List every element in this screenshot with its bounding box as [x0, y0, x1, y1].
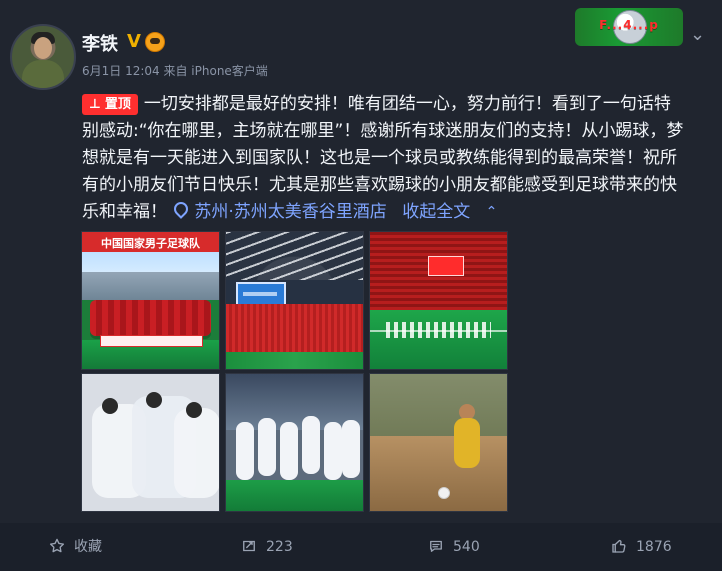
pinned-badge: ⊥ 置顶 — [82, 93, 138, 115]
post-line-4: 有的小朋友们节日快乐！尤其是那些喜欢踢球的小朋友都能感受到足球带来的快 — [82, 175, 677, 195]
promo-banner-text: F...4...p — [599, 18, 659, 32]
post-line-3: 想就是有一天能进入到国家队！这也是一个球员或教练能得到的最高荣誉！祝所 — [82, 148, 677, 168]
post-image-3[interactable] — [369, 231, 508, 370]
image-6-ball — [438, 487, 450, 499]
avatar-face — [34, 37, 52, 59]
image-1-header-bar: 中国国家男子足球队 — [82, 232, 219, 252]
post-line-1: 一切安排都是最好的安排！唯有团结一心，努力前行！看到了一句话特 — [143, 94, 671, 114]
image-6-trees — [370, 374, 507, 436]
chevron-up-icon[interactable]: ⌃ — [486, 199, 498, 226]
post-line-2: 别感动:“你在哪里，主场就在哪里”！感谢所有球迷朋友们的支持！从小踢球，梦 — [82, 121, 684, 141]
avatar-body — [22, 60, 64, 88]
weibo-post-card: 李铁 V 6月1日 12:04 来自 iPhone客户端 F...4...p ⌄… — [0, 0, 722, 571]
pinned-label: 置顶 — [104, 96, 131, 112]
post-text: ⊥ 置顶 一切安排都是最好的安排！唯有团结一心，努力前行！看到了一句话特 别感动:… — [82, 91, 707, 227]
image-4-head-1 — [102, 398, 118, 414]
location-text: 苏州·苏州太美香谷里酒店 — [194, 202, 387, 222]
location-link[interactable]: 苏州·苏州太美香谷里酒店 — [171, 199, 392, 222]
image-1-banner — [100, 335, 203, 347]
post-image-1[interactable]: 中国国家男子足球队 — [81, 231, 220, 370]
image-5-player-4 — [302, 416, 320, 474]
post-image-4[interactable] — [81, 373, 220, 512]
image-3-players — [386, 322, 491, 338]
image-2-ads — [226, 352, 363, 369]
collapse-full-text-link[interactable]: 收起全文 — [402, 202, 470, 222]
promo-banner[interactable]: F...4...p — [575, 8, 683, 46]
post-line-5: 乐和幸福！ — [82, 202, 167, 222]
post-image-2[interactable] — [225, 231, 364, 370]
image-5-player-6 — [342, 420, 360, 478]
like-action[interactable]: 1876 — [610, 535, 672, 559]
image-5-player-3 — [280, 422, 298, 480]
repost-action[interactable]: 223 — [240, 535, 293, 559]
image-2-roof — [226, 232, 363, 280]
chevron-down-icon[interactable]: ⌄ — [690, 24, 705, 45]
action-bar: 收藏 223 540 1876 — [0, 523, 722, 571]
image-4-player-3 — [174, 408, 219, 498]
image-3-flag — [428, 256, 464, 276]
repost-count: 223 — [266, 539, 293, 555]
verified-badge: V — [127, 31, 141, 52]
image-1-caption: 中国国家男子足球队 — [101, 237, 200, 250]
image-5-player-1 — [236, 422, 254, 480]
image-1-team — [90, 300, 211, 336]
image-1-city — [82, 272, 219, 300]
comment-action[interactable]: 540 — [427, 535, 480, 559]
favorite-label: 收藏 — [74, 539, 102, 555]
favorite-action[interactable]: 收藏 — [48, 535, 102, 559]
post-image-6[interactable] — [369, 373, 508, 512]
post-image-5[interactable] — [225, 373, 364, 512]
comment-icon — [427, 537, 445, 555]
image-6-ground — [370, 436, 507, 511]
image-6-child — [454, 418, 480, 468]
image-5-player-5 — [324, 422, 342, 480]
image-2-stands — [226, 304, 363, 354]
comment-count: 540 — [453, 539, 480, 555]
location-pin-icon — [171, 199, 192, 219]
post-meta: 6月1日 12:04 来自 iPhone客户端 — [82, 64, 268, 78]
image-4-head-3 — [186, 402, 202, 418]
vip-icon — [145, 32, 165, 52]
like-count: 1876 — [636, 539, 672, 555]
star-icon — [48, 537, 66, 555]
repost-icon — [240, 537, 258, 555]
like-icon — [610, 537, 628, 555]
image-3-pitch — [370, 310, 507, 369]
author-name[interactable]: 李铁 — [82, 30, 118, 56]
pin-icon: ⊥ — [89, 96, 101, 112]
image-4-head-2 — [146, 392, 162, 408]
image-5-pitch — [226, 480, 363, 511]
image-5-player-2 — [258, 418, 276, 476]
avatar[interactable] — [10, 24, 76, 90]
